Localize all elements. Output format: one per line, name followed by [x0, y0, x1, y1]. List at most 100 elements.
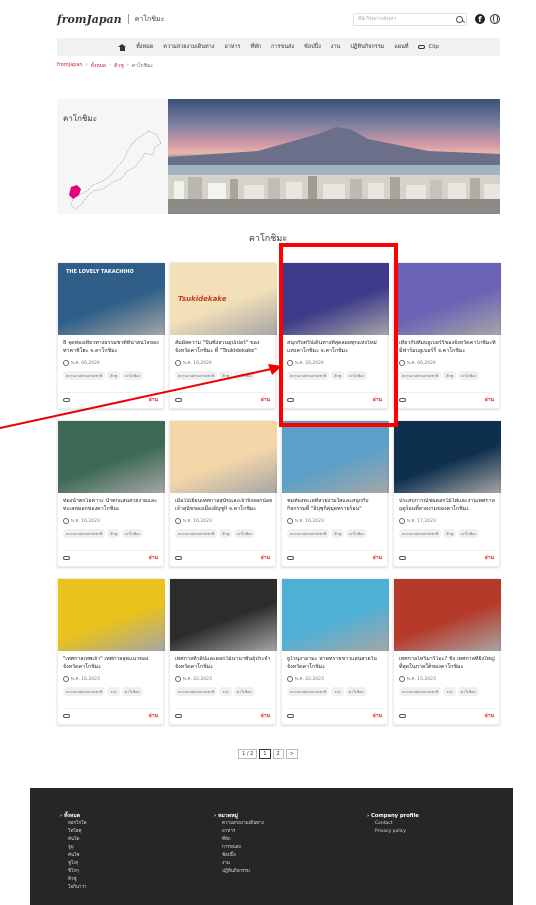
tag-chip[interactable]: ความงามทางธรรมชาติ: [175, 529, 218, 538]
article-title[interactable]: ชมท้องทะเลที่สวยงามใสและสนุกกับกิจกรรมที…: [287, 498, 385, 514]
article-title[interactable]: เทศกาลทิวลิปและดอกไม้นานาพันธุ์ประจำจังห…: [175, 656, 273, 672]
tag-chip[interactable]: ความงามทางธรรมชาติ: [399, 687, 442, 696]
clip-icon[interactable]: [175, 713, 182, 718]
read-more-link[interactable]: อ่าน: [485, 554, 494, 562]
tag-chip[interactable]: คาโกชิมะ: [233, 687, 255, 696]
clip-icon[interactable]: [287, 713, 294, 718]
clip-icon[interactable]: [175, 397, 182, 402]
tag-chip[interactable]: คาโกชิมะ: [458, 371, 480, 380]
tag-chip[interactable]: คิวชู: [107, 371, 121, 380]
article-title[interactable]: ยูโรนุงาอามะ หาดทรายขาวแสนสวยในจังหวัดคา…: [287, 656, 385, 672]
tag-chip[interactable]: คิวชู: [443, 529, 457, 538]
article-card[interactable]: เมื่อไปเยือนเทศกาลสุนัขและเจ้าจิ้งจอกน้อ…: [169, 420, 277, 567]
clip-icon[interactable]: [175, 555, 182, 560]
tag-chip[interactable]: ความงามทางธรรมชาติ: [287, 687, 330, 696]
tag-chip[interactable]: งาน: [107, 687, 120, 696]
footer-link[interactable]: ชิโกกุ: [60, 868, 87, 876]
article-title[interactable]: "เทศกาลเทพเจ้า" เทศกาลสุดแนวของจังหวัดคา…: [63, 656, 161, 672]
article-title[interactable]: ท่องน้ำตกโอคาวะ น้ำตกแสนสวยงามและทะเลหมอ…: [63, 498, 161, 514]
read-more-link[interactable]: อ่าน: [261, 712, 270, 720]
facebook-icon[interactable]: f: [475, 14, 485, 24]
tag-chip[interactable]: คาโกชิมะ: [122, 371, 144, 380]
next-page-button[interactable]: >: [285, 749, 298, 759]
tag-chip[interactable]: ความงามทางธรรมชาติ: [63, 371, 106, 380]
tag-chip[interactable]: ความงามทางธรรมชาติ: [399, 371, 442, 380]
tag-chip[interactable]: ความงามทางธรรมชาติ: [287, 529, 330, 538]
tag-chip[interactable]: ความงามทางธรรมชาติ: [63, 687, 106, 696]
nav-item-transport[interactable]: การขนส่ง: [271, 43, 294, 51]
tag-chip[interactable]: ความงามทางธรรมชาติ: [175, 687, 218, 696]
tag-chip[interactable]: คิวชู: [107, 529, 121, 538]
read-more-link[interactable]: อ่าน: [373, 712, 382, 720]
nav-clip[interactable]: Clip: [418, 44, 439, 50]
footer-link[interactable]: ปฏิทินกิจกรรม: [214, 868, 264, 876]
footer-link[interactable]: อาหาร: [214, 828, 264, 836]
footer-link[interactable]: โอกินาว่า: [60, 884, 87, 892]
tag-chip[interactable]: งาน: [219, 687, 232, 696]
article-card[interactable]: เทศกาลโทริมาริโอะ? ชิง เทศกาลที่ยิ่งใหญ่…: [393, 578, 501, 725]
nav-item-events[interactable]: งาน: [331, 43, 341, 51]
article-title[interactable]: เที่ยวกับทีมบลูเบอร์รี่ของจังหวัดคาโกชิม…: [399, 340, 497, 356]
read-more-link[interactable]: อ่าน: [149, 712, 158, 720]
footer-link[interactable]: คันโต: [60, 836, 87, 844]
clip-icon[interactable]: [399, 555, 406, 560]
read-more-link[interactable]: อ่าน: [149, 554, 158, 562]
tag-chip[interactable]: คาโกชิมะ: [345, 687, 367, 696]
read-more-link[interactable]: อ่าน: [485, 712, 494, 720]
search-input[interactable]: คีย์เวิร์ดการค้นหา: [353, 12, 467, 26]
footer-link[interactable]: คิวชู: [60, 876, 87, 884]
read-more-link[interactable]: อ่าน: [373, 554, 382, 562]
footer-link[interactable]: คันไซ: [60, 852, 87, 860]
article-thumbnail[interactable]: [394, 579, 501, 651]
tag-chip[interactable]: คาโกชิมะ: [457, 687, 479, 696]
clip-icon[interactable]: [63, 397, 70, 402]
clip-icon[interactable]: [63, 713, 70, 718]
article-title[interactable]: เทศกาลโทริมาริโอะ? ชิง เทศกาลที่ยิ่งใหญ่…: [399, 656, 497, 672]
article-card[interactable]: ประสบการณ์ชมดอกไม้ไฟและงานเทศกาลฤดูร้อนท…: [393, 420, 501, 567]
read-more-link[interactable]: อ่าน: [261, 396, 270, 404]
tag-chip[interactable]: ความงามทางธรรมชาติ: [175, 371, 218, 380]
tag-chip[interactable]: คาโกชิมะ: [346, 529, 368, 538]
article-thumbnail[interactable]: [282, 421, 389, 493]
article-thumbnail[interactable]: [282, 579, 389, 651]
clip-icon[interactable]: [287, 555, 294, 560]
breadcrumb-item[interactable]: fromJapan: [57, 62, 83, 70]
home-icon[interactable]: [118, 43, 127, 51]
nav-item-sightseeing[interactable]: ความสวยงามเดินทาง: [163, 43, 214, 51]
nav-item-food[interactable]: อาหาร: [224, 43, 240, 51]
article-thumbnail[interactable]: Tsukidekake: [170, 263, 277, 335]
article-thumbnail[interactable]: [170, 579, 277, 651]
footer-link[interactable]: โทโฮคุ: [60, 828, 87, 836]
footer-link[interactable]: ที่พัก: [214, 836, 264, 844]
globe-icon[interactable]: [490, 14, 500, 24]
read-more-link[interactable]: อ่าน: [149, 396, 158, 404]
tag-chip[interactable]: คาโกชิมะ: [458, 529, 480, 538]
tag-chip[interactable]: คาโกชิมะ: [122, 529, 144, 538]
clip-icon[interactable]: [399, 713, 406, 718]
footer-link[interactable]: จูบุ: [60, 844, 87, 852]
nav-item-all[interactable]: ทั้งหมด: [136, 43, 153, 51]
footer-link[interactable]: ฮอกไกโด: [60, 820, 87, 828]
article-title[interactable]: ประสบการณ์ชมดอกไม้ไฟและงานเทศกาลฤดูร้อนท…: [399, 498, 497, 514]
article-card[interactable]: เที่ยวกับทีมบลูเบอร์รี่ของจังหวัดคาโกชิม…: [393, 262, 501, 409]
article-thumbnail[interactable]: [170, 421, 277, 493]
article-title[interactable]: เมื่อไปเยือนเทศกาลสุนัขและเจ้าจิ้งจอกน้อ…: [175, 498, 273, 514]
article-thumbnail[interactable]: THE LOVELY TAKACHIHO: [58, 263, 165, 335]
nav-item-lodging[interactable]: ที่พัก: [251, 43, 262, 51]
article-card[interactable]: THE LOVELY TAKACHIHO 8 จุดท่องเที่ยวทางธร…: [57, 262, 165, 409]
tag-chip[interactable]: ความงามทางธรรมชาติ: [399, 529, 442, 538]
tag-chip[interactable]: คิวชู: [219, 371, 233, 380]
breadcrumb-item[interactable]: ทั้งหมด: [91, 62, 107, 70]
footer-link[interactable]: การขนส่ง: [214, 844, 264, 852]
article-thumbnail[interactable]: [58, 421, 165, 493]
site-logo[interactable]: fromJapan: [57, 13, 122, 26]
clip-icon[interactable]: [63, 555, 70, 560]
footer-link[interactable]: ช้อปปิ้ง: [214, 852, 264, 860]
read-more-link[interactable]: อ่าน: [261, 554, 270, 562]
article-card[interactable]: "เทศกาลเทพเจ้า" เทศกาลสุดแนวของจังหวัดคา…: [57, 578, 165, 725]
tag-chip[interactable]: คาโกชิมะ: [234, 529, 256, 538]
tag-chip[interactable]: คาโกชิมะ: [234, 371, 256, 380]
nav-item-calendar[interactable]: ปฏิทินกิจกรรม: [350, 43, 384, 51]
article-title[interactable]: 8 จุดท่องเที่ยวทางธรรมชาติที่น่าสนใจของท…: [63, 340, 161, 356]
article-thumbnail[interactable]: [58, 579, 165, 651]
